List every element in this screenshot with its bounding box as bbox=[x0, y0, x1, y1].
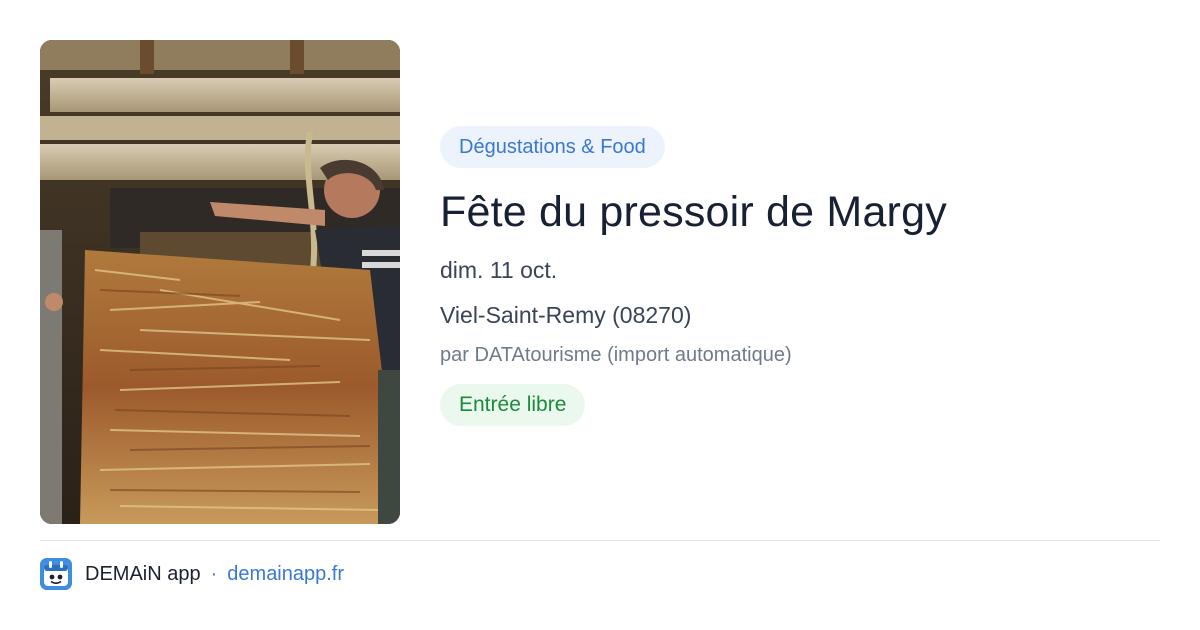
event-title[interactable]: Fête du pressoir de Margy bbox=[440, 184, 1140, 240]
event-photo bbox=[40, 40, 400, 524]
price-badge: Entrée libre bbox=[440, 384, 586, 426]
footer: DEMAiN app · demainapp.fr bbox=[40, 558, 344, 590]
event-info: Dégustations & Food Fête du pressoir de … bbox=[440, 126, 1140, 426]
event-date: dim. 11 oct. bbox=[440, 257, 558, 283]
app-name: DEMAiN app bbox=[85, 562, 201, 585]
category-badge[interactable]: Dégustations & Food bbox=[440, 126, 665, 168]
event-location: Viel-Saint-Remy (08270) bbox=[440, 302, 692, 328]
footer-separator: · bbox=[210, 562, 218, 585]
footer-divider bbox=[40, 540, 1160, 541]
event-author: par DATAtourisme (import automatique) bbox=[440, 344, 792, 366]
event-card[interactable]: Dégustations & Food Fête du pressoir de … bbox=[40, 40, 1160, 524]
app-website-link[interactable]: demainapp.fr bbox=[227, 563, 344, 586]
demain-app-logo-icon[interactable] bbox=[40, 558, 72, 590]
